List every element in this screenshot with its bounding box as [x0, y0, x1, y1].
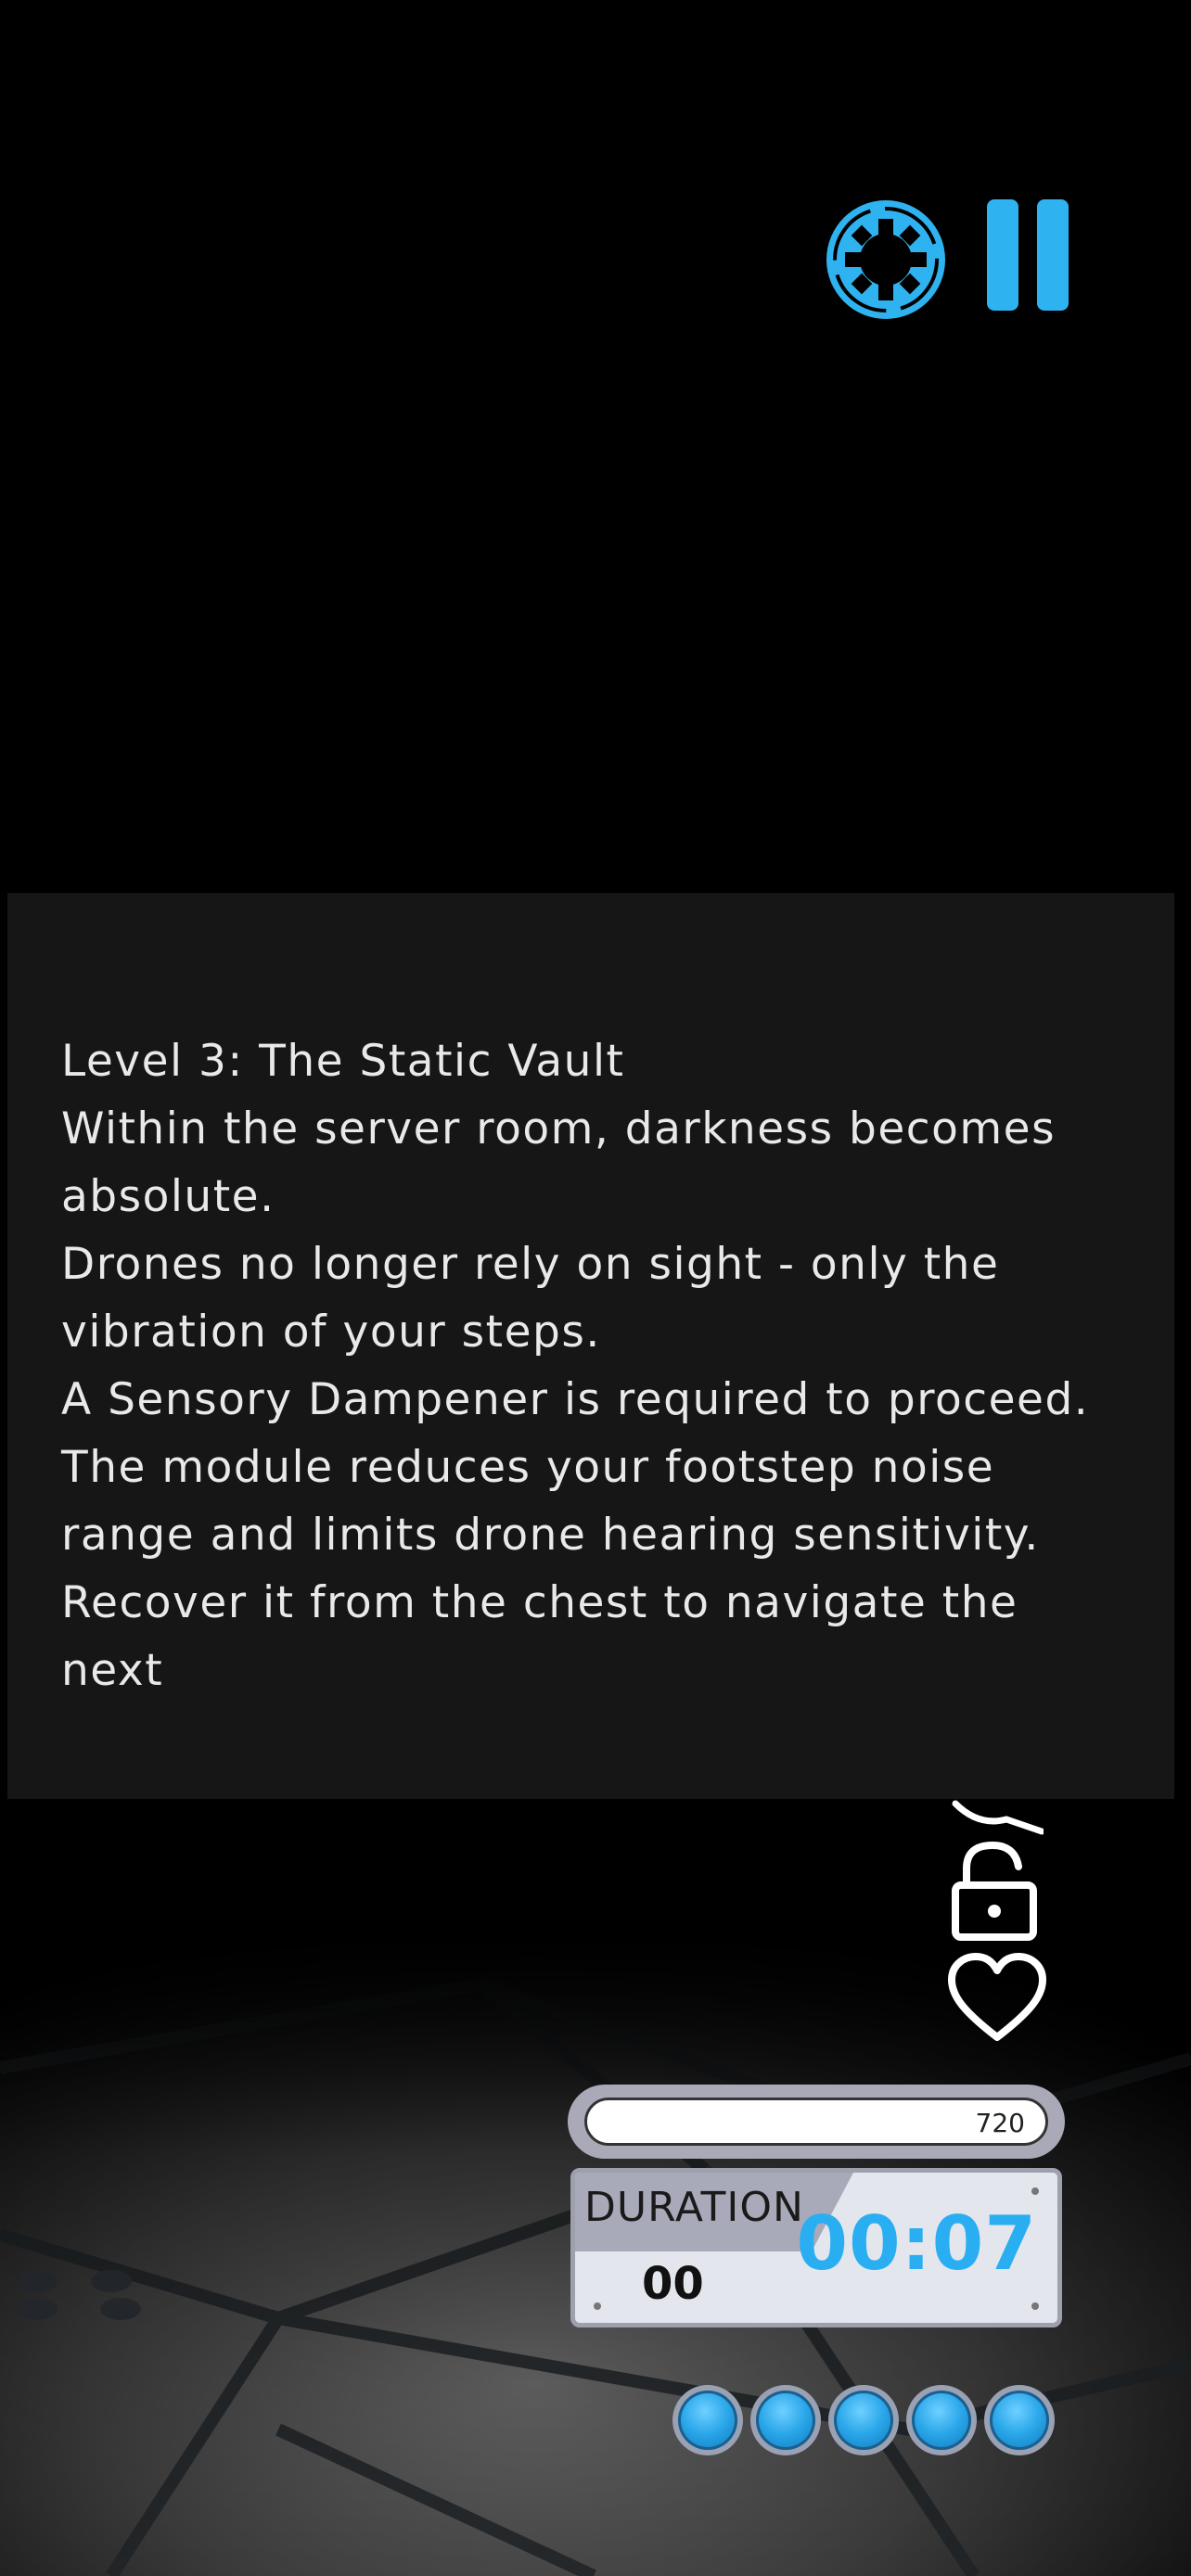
score-bar: 720 [568, 2085, 1065, 2159]
story-text: Level 3: The Static Vault Within the ser… [61, 1027, 1128, 1704]
life-orb [984, 2385, 1055, 2455]
panel-rivet [1031, 2187, 1039, 2195]
duration-sub-value: 00 [642, 2258, 704, 2310]
pause-button[interactable] [983, 199, 1071, 315]
settings-button[interactable] [821, 195, 951, 325]
story-line: A Sensory Dampener is required to procee… [61, 1374, 1090, 1561]
game-screen: Level 3: The Static Vault Within the ser… [0, 0, 1191, 2576]
duration-label: DURATION [584, 2184, 804, 2231]
story-dialog[interactable]: Level 3: The Static Vault Within the ser… [7, 893, 1174, 1799]
story-line: Level 3: The Static Vault [61, 1036, 625, 1087]
story-line: Drones no longer rely on sight - only th… [61, 1239, 1000, 1358]
panel-rivet [1031, 2302, 1039, 2310]
gear-icon [826, 200, 945, 319]
panel-rivet [594, 2302, 601, 2310]
unknown-icon [951, 1799, 1045, 1836]
story-line: Within the server room, darkness becomes… [61, 1103, 1057, 1222]
life-orb [750, 2385, 821, 2455]
life-orb [672, 2385, 743, 2455]
score-value: 720 [975, 2108, 1025, 2138]
duration-time: 00:07 [796, 2200, 1037, 2287]
heart-icon[interactable] [946, 1952, 1048, 2045]
duration-panel: DURATION 00 00:07 [570, 2168, 1062, 2327]
lives-indicator [672, 2385, 1062, 2459]
life-orb [906, 2385, 977, 2455]
story-line: Recover it from the chest to navigate th… [61, 1577, 1018, 1696]
score-track: 720 [584, 2098, 1048, 2146]
life-orb [828, 2385, 899, 2455]
unlock-icon[interactable] [948, 1841, 1041, 1943]
